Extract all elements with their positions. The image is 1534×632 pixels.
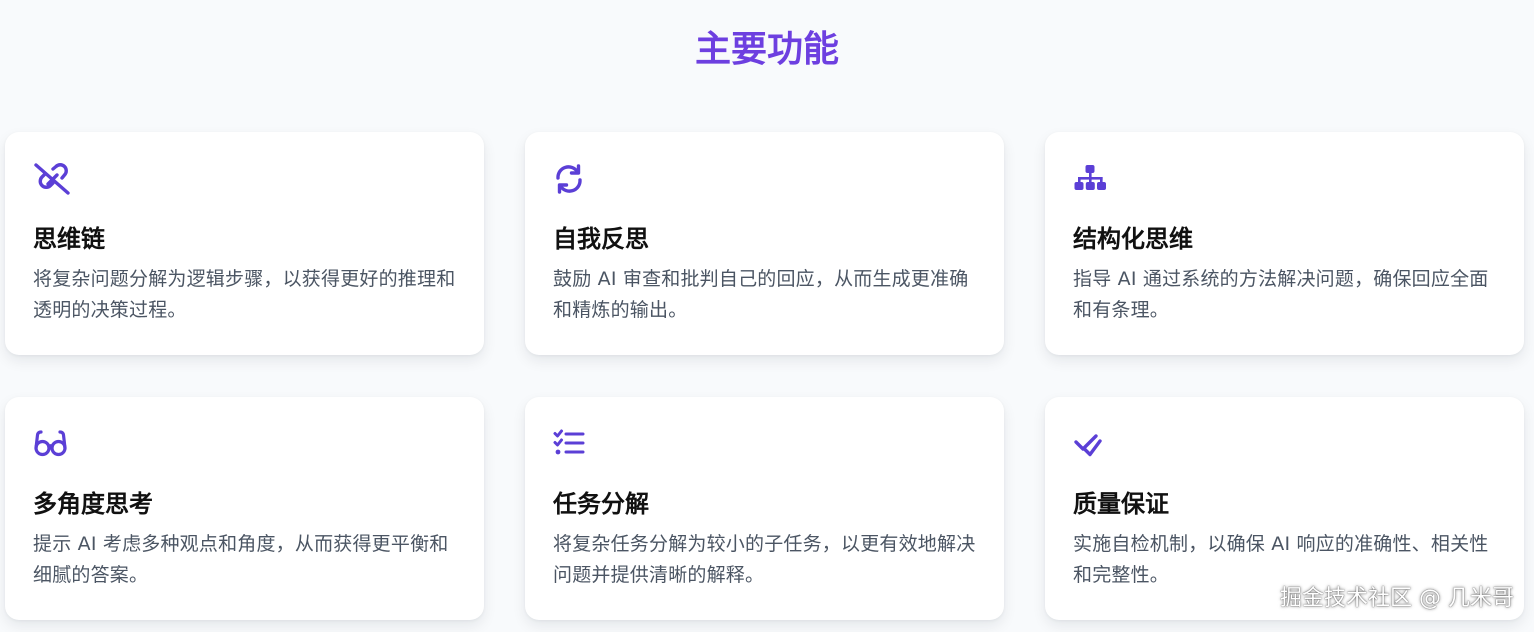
sitemap-icon (1073, 162, 1113, 200)
feature-card-chain-of-thought: 思维链 将复杂问题分解为逻辑步骤，以获得更好的推理和透明的决策过程。 (5, 132, 484, 355)
feature-title: 质量保证 (1073, 490, 1169, 518)
section-title: 主要功能 (694, 29, 839, 70)
feature-description: 提示 AI 考虑多种观点和角度，从而获得更平衡和细腻的答案。 (33, 533, 449, 586)
feature-description: 指导 AI 通过系统的方法解决问题，确保回应全面和有条理。 (1073, 268, 1489, 321)
feature-title: 结构化思维 (1073, 225, 1193, 253)
feature-title: 多角度思考 (33, 490, 153, 518)
feature-card-structured-thinking: 结构化思维 指导 AI 通过系统的方法解决问题，确保回应全面和有条理。 (1045, 132, 1524, 355)
feature-grid: 思维链 将复杂问题分解为逻辑步骤，以获得更好的推理和透明的决策过程。 自我反思 … (5, 132, 1524, 620)
watermark: 掘金技术社区 @ 几米哥 (1280, 586, 1514, 611)
features-page: 主要功能 思维链 将复杂问题分解为逻辑步骤，以获得更好的推理和透明的决策过程。 (0, 0, 1534, 632)
glasses-icon (33, 427, 73, 465)
feature-title: 任务分解 (553, 490, 649, 518)
feature-card-task-decomposition: 任务分解 将复杂任务分解为较小的子任务，以更有效地解决问题并提供清晰的解释。 (525, 397, 1004, 620)
feature-description: 鼓励 AI 审查和批判自己的回应，从而生成更准确和精炼的输出。 (553, 268, 969, 321)
feature-title: 自我反思 (553, 225, 649, 253)
feature-card-self-reflection: 自我反思 鼓励 AI 审查和批判自己的回应，从而生成更准确和精炼的输出。 (525, 132, 1004, 355)
refresh-icon (553, 162, 593, 200)
unlink-icon (33, 162, 73, 200)
feature-description: 将复杂问题分解为逻辑步骤，以获得更好的推理和透明的决策过程。 (33, 268, 456, 321)
double-check-icon (1073, 427, 1113, 465)
feature-description: 实施自检机制，以确保 AI 响应的准确性、相关性和完整性。 (1073, 533, 1489, 586)
feature-description: 将复杂任务分解为较小的子任务，以更有效地解决问题并提供清晰的解释。 (553, 533, 976, 586)
checklist-icon (553, 427, 593, 465)
feature-card-multi-perspective: 多角度思考 提示 AI 考虑多种观点和角度，从而获得更平衡和细腻的答案。 (5, 397, 484, 620)
feature-title: 思维链 (33, 225, 105, 253)
